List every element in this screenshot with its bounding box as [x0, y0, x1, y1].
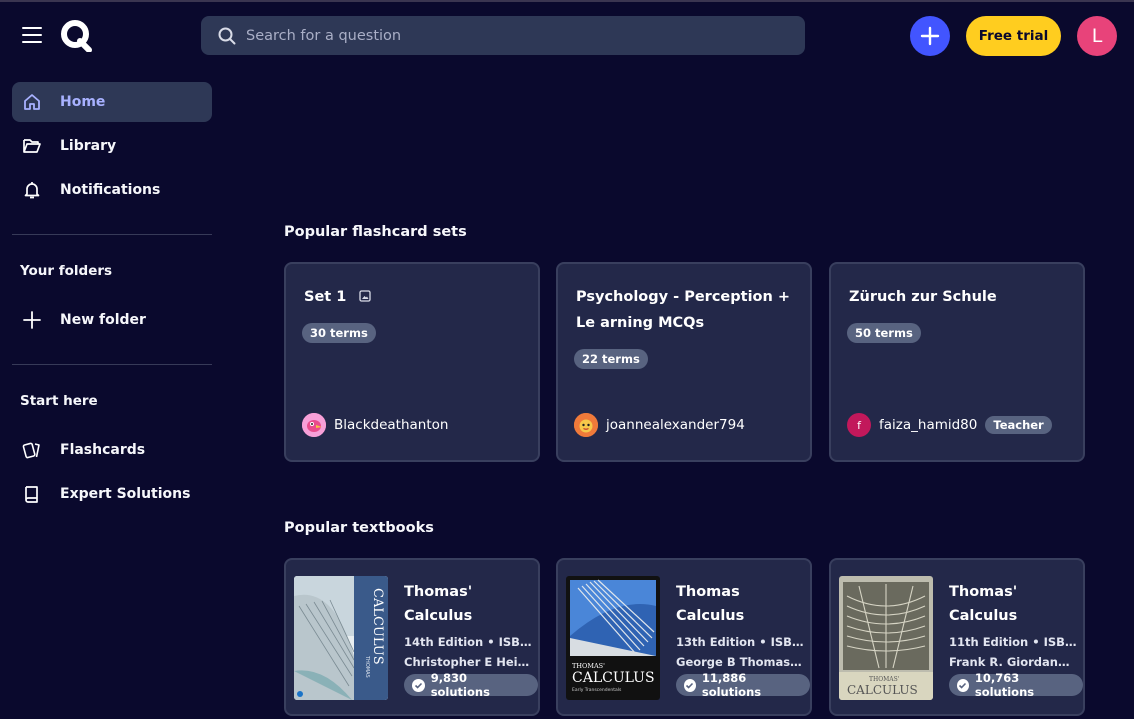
sidebar-item-label: Flashcards	[60, 442, 146, 458]
solutions-badge: 11,886 solutions	[676, 671, 810, 699]
home-icon	[22, 92, 42, 112]
book-authors: Christopher E Heil, ...	[404, 655, 532, 669]
free-trial-button[interactable]: Free trial	[966, 16, 1061, 56]
terms-badge: 50 terms	[847, 323, 921, 343]
start-here-heading: Start here	[20, 393, 98, 409]
terms-badge: 30 terms	[302, 323, 376, 343]
sidebar-item-label: Expert Solutions	[60, 486, 191, 502]
creator-name: joannealexander794	[606, 417, 745, 433]
creator-avatar	[302, 413, 326, 437]
book-edition: 11th Edition • ISBN: ...	[949, 635, 1077, 649]
cover-title-text: CALCULUS	[572, 670, 655, 686]
flashcards-section-title: Popular flashcard sets	[284, 224, 467, 240]
cover-title-text: CALCULUS	[847, 683, 918, 697]
book-cover: THOMAS' CALCULUS Early Transcendentals	[566, 576, 660, 700]
creator-avatar: f	[847, 413, 871, 437]
sidebar-divider	[12, 364, 212, 365]
cover-author-text: THOMAS'	[572, 662, 605, 670]
book-icon	[22, 484, 42, 504]
book-authors: Frank R. Giordano, ...	[949, 655, 1077, 669]
sidebar-divider	[12, 234, 212, 235]
menu-icon[interactable]	[22, 27, 42, 43]
sidebar-item-library[interactable]: Library	[12, 126, 212, 166]
bell-icon	[22, 180, 42, 200]
flashcards-icon	[22, 440, 42, 460]
flashcard-set-card[interactable]: Set 1 30 terms Blackdeathanton	[284, 262, 540, 462]
flashcard-set-card[interactable]: Psychology - Perception + Le arning MCQs…	[556, 262, 812, 462]
cover-title-text: CALCULUS	[370, 588, 385, 665]
verified-check-icon	[684, 678, 696, 692]
creator-name: faiza_hamid80	[879, 417, 978, 433]
terms-badge: 22 terms	[574, 349, 648, 369]
creator[interactable]: joannealexander794	[574, 413, 745, 437]
sidebar-item-label: Notifications	[60, 182, 161, 198]
search-bar[interactable]	[201, 16, 805, 55]
plus-icon	[22, 310, 42, 330]
set-title: Psychology - Perception + Le arning MCQs	[576, 289, 791, 331]
sidebar-item-notifications[interactable]: Notifications	[12, 170, 212, 210]
sidebar-item-home[interactable]: Home	[12, 82, 212, 122]
flashcard-set-card[interactable]: Züruch zur Schule 50 terms f faiza_hamid…	[829, 262, 1085, 462]
folder-open-icon	[22, 136, 42, 156]
sidebar-item-expert-solutions[interactable]: Expert Solutions	[12, 474, 212, 514]
book-cover: CALCULUS THOMAS	[294, 576, 388, 700]
sidebar-item-label: Library	[60, 138, 117, 154]
solutions-badge: 10,763 solutions	[949, 671, 1083, 699]
set-title-text: Set 1	[304, 289, 347, 305]
creator-name: Blackdeathanton	[334, 417, 449, 433]
book-title: Thomas' Calculus	[949, 584, 1018, 624]
set-title: Züruch zur Schule	[849, 289, 997, 305]
teacher-badge: Teacher	[985, 416, 1052, 434]
solutions-count: 9,830 solutions	[430, 671, 490, 699]
search-input[interactable]	[246, 27, 766, 44]
solutions-count: 11,886 solutions	[701, 671, 762, 699]
solutions-badge: 9,830 solutions	[404, 671, 538, 699]
image-icon	[359, 290, 372, 302]
sidebar-item-label: New folder	[60, 312, 146, 328]
new-folder-button[interactable]: New folder	[12, 300, 212, 340]
plus-icon	[920, 26, 940, 46]
sidebar-item-flashcards[interactable]: Flashcards	[12, 430, 212, 470]
cover-author-text: THOMAS	[364, 655, 370, 678]
textbook-card[interactable]: THOMAS' CALCULUS Thomas' Calculus 11th E…	[829, 558, 1085, 716]
search-icon	[218, 27, 236, 44]
window-top-border	[0, 0, 1134, 2]
quizlet-logo-icon[interactable]	[60, 19, 93, 53]
book-edition: 14th Edition • ISBN: ...	[404, 635, 532, 649]
create-button[interactable]	[910, 16, 950, 56]
creator[interactable]: f faiza_hamid80 Teacher	[847, 413, 1052, 437]
creator[interactable]: Blackdeathanton	[302, 413, 448, 437]
solutions-count: 10,763 solutions	[974, 671, 1035, 699]
cover-author-text: THOMAS'	[869, 676, 900, 683]
sidebar-item-label: Home	[60, 94, 106, 110]
your-folders-heading: Your folders	[20, 263, 113, 279]
verified-check-icon	[412, 678, 425, 692]
verified-check-icon	[957, 678, 969, 692]
user-avatar[interactable]: L	[1077, 16, 1117, 56]
textbook-card[interactable]: CALCULUS THOMAS Thomas' Calculus 14th Ed…	[284, 558, 540, 716]
textbooks-section-title: Popular textbooks	[284, 520, 434, 536]
book-cover: THOMAS' CALCULUS	[839, 576, 933, 700]
set-title: Set 1	[304, 284, 526, 310]
book-title: Thomas Calculus	[676, 584, 745, 624]
book-edition: 13th Edition • ISBN: ...	[676, 635, 804, 649]
book-authors: George B Thomas Jr....	[676, 655, 804, 669]
textbook-card[interactable]: THOMAS' CALCULUS Early Transcendentals T…	[556, 558, 812, 716]
cover-subtitle-text: Early Transcendentals	[572, 687, 622, 693]
book-title: Thomas' Calculus	[404, 584, 473, 624]
creator-avatar	[574, 413, 598, 437]
